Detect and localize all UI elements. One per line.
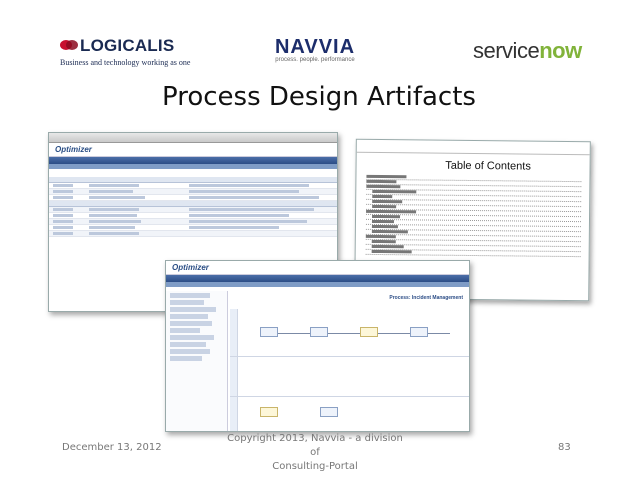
app-nav-strip xyxy=(49,157,337,164)
process-step xyxy=(260,327,278,337)
workspace-heading-placeholder xyxy=(49,169,337,177)
tree-item xyxy=(170,293,210,298)
app-nav-strip xyxy=(166,275,469,282)
app-header: Optimizer xyxy=(49,143,337,157)
servicenow-word-suffix: now xyxy=(539,38,582,63)
tree-item xyxy=(170,328,200,333)
tree-item xyxy=(170,314,208,319)
browser-toolbar xyxy=(49,133,337,143)
toc-title: Table of Contents xyxy=(445,159,531,173)
servicenow-logo: servicenow xyxy=(473,38,582,64)
table-row xyxy=(49,231,337,237)
process-step xyxy=(410,327,428,337)
process-tree-panel xyxy=(166,291,228,431)
tree-item xyxy=(170,321,212,326)
app-header: Optimizer xyxy=(166,261,469,275)
footer-copyright: Copyright 2013, Navvia - a division of C… xyxy=(225,432,405,474)
footer-copyright-line1: Copyright 2013, Navvia - a division of xyxy=(227,433,403,458)
navvia-tagline: process. people. performance xyxy=(275,57,355,63)
table-row xyxy=(49,195,337,201)
logicalis-tagline: Business and technology working as one xyxy=(60,58,191,67)
process-step xyxy=(320,407,338,417)
logicalis-wordmark: LOGICALIS xyxy=(80,36,175,55)
slide-title: Process Design Artifacts xyxy=(162,82,476,112)
swimlane-label xyxy=(230,309,238,356)
tree-item xyxy=(170,342,206,347)
process-step xyxy=(310,327,328,337)
logicalis-mark-icon xyxy=(60,40,78,50)
tree-item xyxy=(170,300,204,305)
tree-item xyxy=(170,307,216,312)
page-number: 83 xyxy=(558,442,571,453)
document-header xyxy=(356,139,590,156)
swimlane-label xyxy=(230,357,238,396)
navvia-logo: NAVVIA process. people. performance xyxy=(270,36,360,68)
navvia-wordmark: NAVVIA xyxy=(274,36,356,58)
swimlane xyxy=(230,357,469,397)
footer-date: December 13, 2012 xyxy=(62,442,162,453)
app-brand: Optimizer xyxy=(55,145,92,154)
tree-item xyxy=(170,335,214,340)
servicenow-word-prefix: service xyxy=(473,38,540,63)
process-model-screenshot: Optimizer Process: Incident Management xyxy=(165,260,470,432)
logicalis-logo: LOGICALIS Business and technology workin… xyxy=(60,34,190,74)
process-title: Process: Incident Management xyxy=(389,295,463,301)
toc-line xyxy=(365,249,581,258)
app-sub-strip xyxy=(166,282,469,287)
process-step xyxy=(260,407,278,417)
footer-copyright-line2: Consulting-Portal xyxy=(272,461,358,472)
tree-item xyxy=(170,349,210,354)
process-canvas: Process: Incident Management xyxy=(230,291,469,431)
process-step xyxy=(360,327,378,337)
app-brand: Optimizer xyxy=(172,263,209,272)
tree-item xyxy=(170,356,202,361)
swimlane-label xyxy=(230,397,238,431)
